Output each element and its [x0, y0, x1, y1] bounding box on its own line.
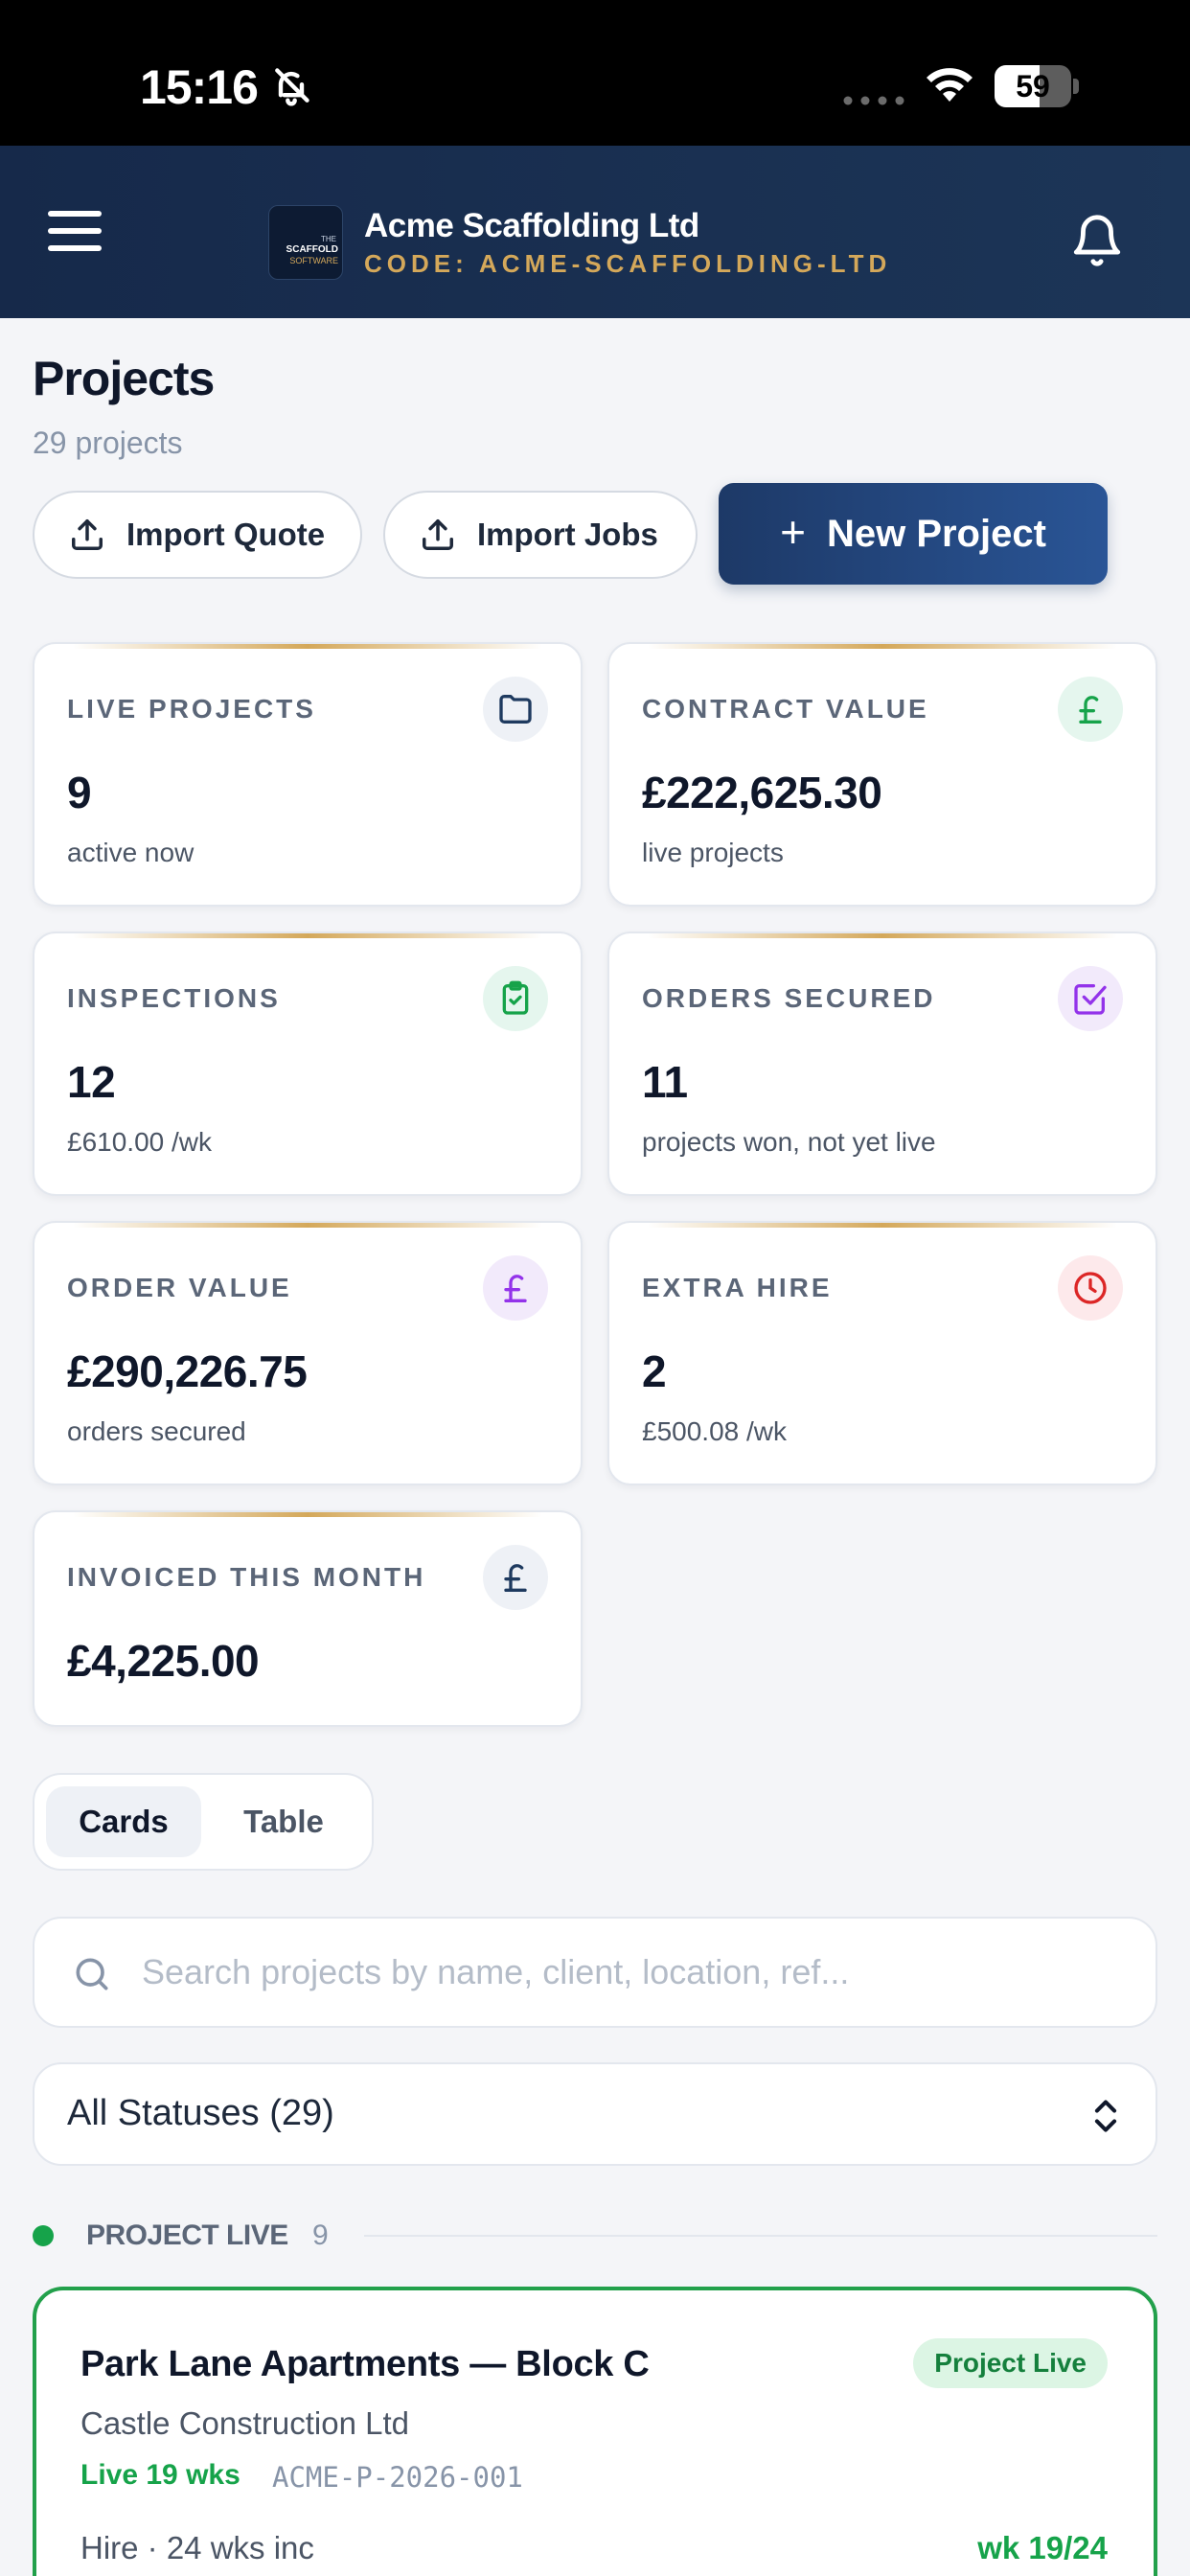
clock-icon — [1058, 1255, 1123, 1321]
battery-icon: 59 — [995, 65, 1079, 107]
folder-icon — [483, 677, 548, 742]
checkbox-icon — [1058, 966, 1123, 1031]
status-dot — [33, 2225, 54, 2246]
project-card[interactable]: Park Lane Apartments — Block C Project L… — [33, 2287, 1157, 2576]
view-toggle: Cards Table — [33, 1773, 374, 1871]
stat-value: 9 — [67, 768, 92, 817]
search-input[interactable] — [142, 1938, 1119, 2007]
stat-value: £222,625.30 — [642, 768, 882, 817]
battery-percent: 59 — [1016, 69, 1050, 104]
stat-value: £290,226.75 — [67, 1346, 308, 1396]
stat-label: INSPECTIONS — [67, 983, 281, 1013]
stat-subtext: projects won, not yet live — [642, 1127, 936, 1157]
project-week-progress: wk 19/24 — [977, 2530, 1108, 2565]
stat-subtext: £610.00 /wk — [67, 1127, 212, 1157]
stat-label: INVOICED THIS MONTH — [67, 1562, 426, 1592]
group-count: 9 — [312, 2220, 329, 2251]
stat-card-extra-hire[interactable]: EXTRA HIRE 2 £500.08 /wk — [607, 1221, 1157, 1485]
import-quote-label: Import Quote — [126, 517, 326, 552]
stat-label: ORDER VALUE — [67, 1273, 292, 1302]
view-cards-tab[interactable]: Cards — [46, 1786, 201, 1857]
stat-subtext: live projects — [642, 838, 784, 867]
stat-card-live-projects[interactable]: LIVE PROJECTS 9 active now — [33, 642, 583, 907]
logo-text-the: THE — [321, 235, 336, 243]
company-name: Acme Scaffolding Ltd — [364, 207, 699, 244]
company-code: CODE: ACME-SCAFFOLDING-LTD — [364, 249, 892, 278]
stat-value: 2 — [642, 1346, 667, 1396]
project-reference: ACME-P-2026-001 — [272, 2461, 523, 2494]
stat-value: £4,225.00 — [67, 1636, 260, 1686]
page-title: Projects — [33, 352, 215, 405]
stat-label: ORDERS SECURED — [642, 983, 936, 1013]
upload-icon — [72, 519, 103, 550]
stat-value: 12 — [67, 1057, 116, 1107]
upload-icon — [423, 519, 453, 550]
stat-label: EXTRA HIRE — [642, 1273, 833, 1302]
app-header: THE SCAFFOLD SOFTWARE Acme Scaffolding L… — [0, 146, 1190, 318]
stat-value: 11 — [642, 1057, 688, 1107]
stat-card-orders-secured[interactable]: ORDERS SECURED 11 projects won, not yet … — [607, 932, 1157, 1196]
view-table-tab[interactable]: Table — [207, 1786, 360, 1857]
group-label: PROJECT LIVE — [86, 2220, 288, 2251]
import-jobs-label: Import Jobs — [477, 517, 658, 552]
import-jobs-button[interactable]: Import Jobs — [383, 491, 698, 579]
stat-card-order-value[interactable]: ORDER VALUE £290,226.75 orders secured — [33, 1221, 583, 1485]
company-logo: THE SCAFFOLD SOFTWARE — [268, 205, 343, 280]
new-project-label: New Project — [826, 512, 1046, 555]
plus-icon: + — [780, 507, 806, 557]
status-filter-value: All Statuses (29) — [67, 2093, 334, 2133]
new-project-button[interactable]: + New Project — [719, 483, 1108, 585]
project-client: Castle Construction Ltd — [80, 2405, 410, 2441]
status-bar: 15:16 59 — [0, 0, 1190, 146]
project-count: 29 projects — [33, 426, 183, 460]
stat-label: CONTRACT VALUE — [642, 694, 929, 724]
pound-icon — [483, 1545, 548, 1610]
chevron-up-down-icon — [1094, 2100, 1117, 2132]
divider — [364, 2235, 1157, 2237]
search-box — [33, 1917, 1157, 2028]
stat-subtext: £500.08 /wk — [642, 1416, 787, 1446]
projects-screen: 15:16 59 THE SCAFFOLD SOFTWARE Acme Scaf… — [0, 0, 1190, 2576]
group-header-project-live: PROJECT LIVE 9 — [33, 2214, 1157, 2256]
stat-card-invoiced-this-month[interactable]: INVOICED THIS MONTH £4,225.00 — [33, 1510, 583, 1727]
stat-subtext: active now — [67, 838, 195, 867]
stat-subtext: orders secured — [67, 1416, 246, 1446]
project-name: Park Lane Apartments — Block C — [80, 2344, 650, 2384]
stat-label: LIVE PROJECTS — [67, 694, 316, 724]
pound-icon — [483, 1255, 548, 1321]
search-icon — [76, 1958, 108, 1990]
bell-slash-icon — [275, 68, 309, 106]
clipboard-check-icon — [483, 966, 548, 1031]
stat-card-contract-value[interactable]: CONTRACT VALUE £222,625.30 live projects — [607, 642, 1157, 907]
status-badge: Project Live — [913, 2338, 1108, 2388]
stat-card-inspections[interactable]: INSPECTIONS 12 £610.00 /wk — [33, 932, 583, 1196]
status-time: 15:16 — [140, 60, 259, 114]
cellular-dots-icon — [843, 96, 904, 105]
logo-text-scaffold: SCAFFOLD — [286, 244, 338, 255]
logo-text-software: SOFTWARE — [289, 256, 338, 265]
menu-button[interactable] — [42, 203, 109, 261]
notifications-bell-icon[interactable] — [1069, 213, 1125, 268]
pound-icon — [1058, 677, 1123, 742]
project-live-duration: Live 19 wks — [80, 2459, 240, 2491]
project-hire-terms: Hire · 24 wks inc — [80, 2530, 314, 2565]
import-quote-button[interactable]: Import Quote — [33, 491, 362, 579]
wifi-icon — [927, 68, 973, 102]
status-filter-select[interactable]: All Statuses (29) — [33, 2062, 1157, 2166]
